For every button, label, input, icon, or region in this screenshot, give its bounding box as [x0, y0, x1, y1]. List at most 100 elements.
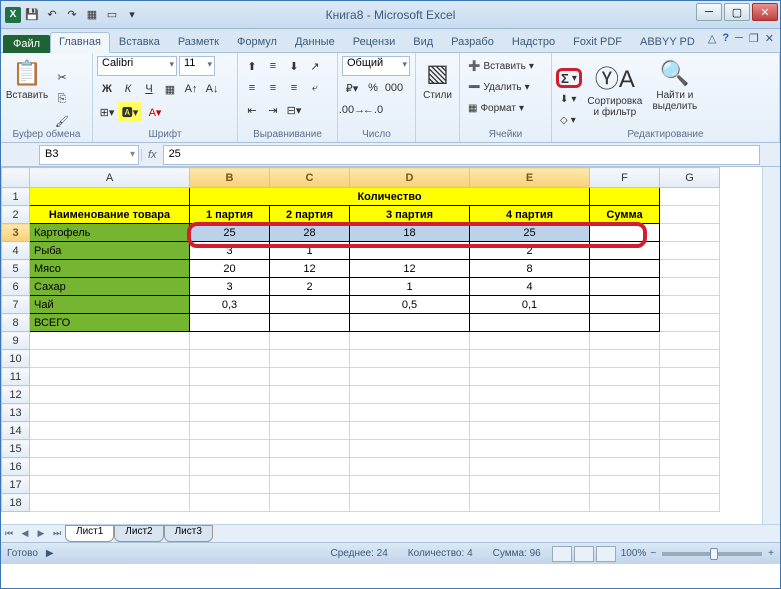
- sheet-nav-last[interactable]: ⏭: [49, 526, 65, 542]
- cell[interactable]: [190, 458, 270, 476]
- fill-color-button[interactable]: 🅰▾: [118, 102, 142, 122]
- qat-dropdown-icon[interactable]: ▾: [123, 6, 141, 24]
- cell[interactable]: [590, 314, 660, 332]
- cell[interactable]: [270, 494, 350, 512]
- cell[interactable]: [190, 350, 270, 368]
- cell[interactable]: [660, 440, 720, 458]
- sheet-tab[interactable]: Лист1: [65, 525, 114, 542]
- border-dropdown[interactable]: ⊞▾: [97, 102, 117, 122]
- decrease-decimal-button[interactable]: ←.0: [363, 100, 383, 120]
- cell[interactable]: 1: [350, 278, 470, 296]
- row-header[interactable]: 10: [2, 350, 30, 368]
- row-header[interactable]: 8: [2, 314, 30, 332]
- underline-button[interactable]: Ч: [139, 79, 159, 99]
- doc-restore-icon[interactable]: ❐: [749, 32, 759, 45]
- align-left-button[interactable]: ≡: [242, 78, 262, 98]
- cell[interactable]: [30, 458, 190, 476]
- grow-font-button[interactable]: A↑: [181, 79, 201, 99]
- cell[interactable]: [350, 476, 470, 494]
- increase-indent-button[interactable]: ⇥: [263, 100, 283, 120]
- cell[interactable]: [470, 332, 590, 350]
- row-header[interactable]: 6: [2, 278, 30, 296]
- fx-icon[interactable]: fx: [141, 149, 163, 161]
- cell[interactable]: [470, 476, 590, 494]
- cell[interactable]: [190, 332, 270, 350]
- row-header[interactable]: 18: [2, 494, 30, 512]
- excel-icon[interactable]: X: [5, 7, 21, 23]
- ribbon-tab-abbyy pd[interactable]: ABBYY PD: [631, 32, 704, 52]
- cell[interactable]: [590, 404, 660, 422]
- ribbon-tab-разметк[interactable]: Разметк: [169, 32, 228, 52]
- cell[interactable]: Картофель: [30, 224, 190, 242]
- vertical-scrollbar[interactable]: [762, 167, 780, 524]
- column-header[interactable]: B: [190, 168, 270, 188]
- cell[interactable]: [590, 476, 660, 494]
- row-header[interactable]: 12: [2, 386, 30, 404]
- cell[interactable]: [270, 440, 350, 458]
- bold-button[interactable]: Ж: [97, 79, 117, 99]
- cell[interactable]: Чай: [30, 296, 190, 314]
- cell[interactable]: [350, 368, 470, 386]
- ribbon-tab-вставка[interactable]: Вставка: [110, 32, 169, 52]
- align-right-button[interactable]: ≡: [284, 78, 304, 98]
- cell[interactable]: 3: [190, 242, 270, 260]
- cell[interactable]: [660, 242, 720, 260]
- cell[interactable]: [30, 440, 190, 458]
- cell[interactable]: 25: [470, 224, 590, 242]
- row-header[interactable]: 15: [2, 440, 30, 458]
- cell[interactable]: 1 партия: [190, 206, 270, 224]
- copy-button[interactable]: ⎘: [52, 89, 72, 109]
- cell[interactable]: [270, 476, 350, 494]
- cell[interactable]: [190, 404, 270, 422]
- format-painter-button[interactable]: 🖌: [52, 111, 72, 131]
- row-header[interactable]: 2: [2, 206, 30, 224]
- row-header[interactable]: 3: [2, 224, 30, 242]
- align-middle-button[interactable]: ≡: [263, 56, 283, 76]
- row-header[interactable]: 14: [2, 422, 30, 440]
- name-box[interactable]: B3: [39, 145, 139, 165]
- format-cells-button[interactable]: ▦Формат▾: [464, 98, 547, 118]
- clear-button[interactable]: ◇▾: [556, 110, 580, 130]
- cell[interactable]: [590, 224, 660, 242]
- align-top-button[interactable]: ⬆: [242, 56, 262, 76]
- sheet-tab[interactable]: Лист3: [164, 525, 213, 542]
- cell[interactable]: 2: [270, 278, 350, 296]
- cell[interactable]: [660, 206, 720, 224]
- cell[interactable]: [660, 260, 720, 278]
- ribbon-tab-foxit pdf[interactable]: Foxit PDF: [564, 32, 631, 52]
- column-header[interactable]: F: [590, 168, 660, 188]
- normal-view-button[interactable]: [552, 546, 572, 562]
- cell[interactable]: [590, 296, 660, 314]
- cell[interactable]: [190, 476, 270, 494]
- align-bottom-button[interactable]: ⬇: [284, 56, 304, 76]
- cell[interactable]: [30, 404, 190, 422]
- cell[interactable]: [470, 368, 590, 386]
- cell[interactable]: 0,5: [350, 296, 470, 314]
- decrease-indent-button[interactable]: ⇤: [242, 100, 262, 120]
- cell[interactable]: [30, 494, 190, 512]
- cell[interactable]: [350, 350, 470, 368]
- delete-cells-button[interactable]: ➖Удалить▾: [464, 77, 547, 97]
- sheet-tab[interactable]: Лист2: [114, 525, 163, 542]
- cell[interactable]: [660, 278, 720, 296]
- macro-record-icon[interactable]: ▶: [38, 548, 54, 559]
- cell[interactable]: [660, 296, 720, 314]
- cell[interactable]: [660, 458, 720, 476]
- cell[interactable]: 28: [270, 224, 350, 242]
- orientation-button[interactable]: ↗: [305, 56, 325, 76]
- cell[interactable]: [660, 476, 720, 494]
- cell[interactable]: [30, 386, 190, 404]
- cell[interactable]: [590, 368, 660, 386]
- cell[interactable]: [660, 350, 720, 368]
- ribbon-tab-надстро[interactable]: Надстро: [503, 32, 564, 52]
- column-header[interactable]: G: [660, 168, 720, 188]
- comma-button[interactable]: 000: [384, 78, 404, 98]
- row-header[interactable]: 17: [2, 476, 30, 494]
- undo-button[interactable]: ↶: [43, 6, 61, 24]
- autosum-button[interactable]: Σ▾: [556, 68, 582, 88]
- cell[interactable]: [270, 368, 350, 386]
- row-header[interactable]: 1: [2, 188, 30, 206]
- cell[interactable]: [660, 224, 720, 242]
- row-header[interactable]: 11: [2, 368, 30, 386]
- cell[interactable]: [470, 386, 590, 404]
